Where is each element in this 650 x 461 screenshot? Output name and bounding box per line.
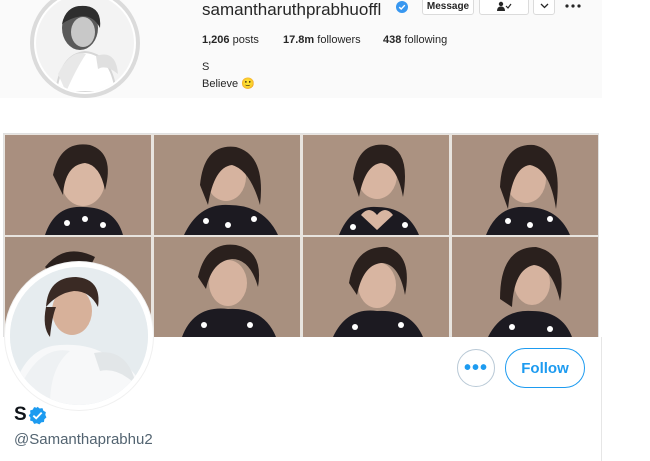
posts-stat: 1,206 posts bbox=[202, 34, 259, 46]
posts-count: 1,206 bbox=[202, 34, 230, 46]
collage-photo bbox=[154, 237, 300, 337]
instagram-display-name: S bbox=[202, 61, 210, 73]
avatar-photo-icon bbox=[10, 267, 148, 405]
more-options-icon[interactable] bbox=[562, 0, 584, 14]
collage-photo bbox=[5, 135, 151, 235]
collage-photo bbox=[452, 135, 598, 235]
follow-button[interactable]: Follow bbox=[505, 348, 585, 388]
following-count: 438 bbox=[383, 34, 402, 46]
person-check-icon bbox=[497, 1, 512, 11]
message-button[interactable]: Message bbox=[422, 0, 474, 15]
suggested-dropdown-button[interactable] bbox=[533, 0, 555, 15]
instagram-profile-header: samantharuthprabhuoffl Message 1,206 pos… bbox=[0, 0, 602, 98]
verified-badge-icon bbox=[28, 406, 47, 425]
collage-photo bbox=[303, 237, 449, 337]
more-options-icon: ••• bbox=[463, 356, 488, 379]
twitter-display-name: S bbox=[14, 404, 27, 425]
following-button[interactable] bbox=[479, 0, 529, 15]
collage-photo bbox=[452, 237, 598, 337]
collage-photo bbox=[303, 135, 449, 235]
twitter-handle: @Samanthaprabhu2 bbox=[14, 431, 153, 448]
twitter-avatar[interactable] bbox=[5, 262, 153, 410]
following-stat[interactable]: 438 following bbox=[383, 34, 447, 46]
chevron-down-icon bbox=[540, 3, 548, 9]
page-edge-divider bbox=[601, 337, 602, 461]
followers-stat[interactable]: 17.8m followers bbox=[283, 34, 361, 46]
follow-button-label: Follow bbox=[521, 359, 569, 377]
followers-count: 17.8m bbox=[283, 34, 315, 46]
verified-badge-icon bbox=[396, 1, 408, 13]
collage-photo bbox=[154, 135, 300, 235]
followers-label: followers bbox=[317, 34, 361, 46]
instagram-username[interactable]: samantharuthprabhuoffl bbox=[202, 0, 381, 20]
avatar-photo-icon bbox=[36, 0, 134, 92]
posts-label: posts bbox=[232, 34, 259, 46]
following-label: following bbox=[404, 34, 448, 46]
message-button-label: Message bbox=[426, 0, 470, 12]
instagram-bio: Believe 🙂 bbox=[202, 78, 255, 90]
more-options-button[interactable]: ••• bbox=[457, 349, 495, 387]
